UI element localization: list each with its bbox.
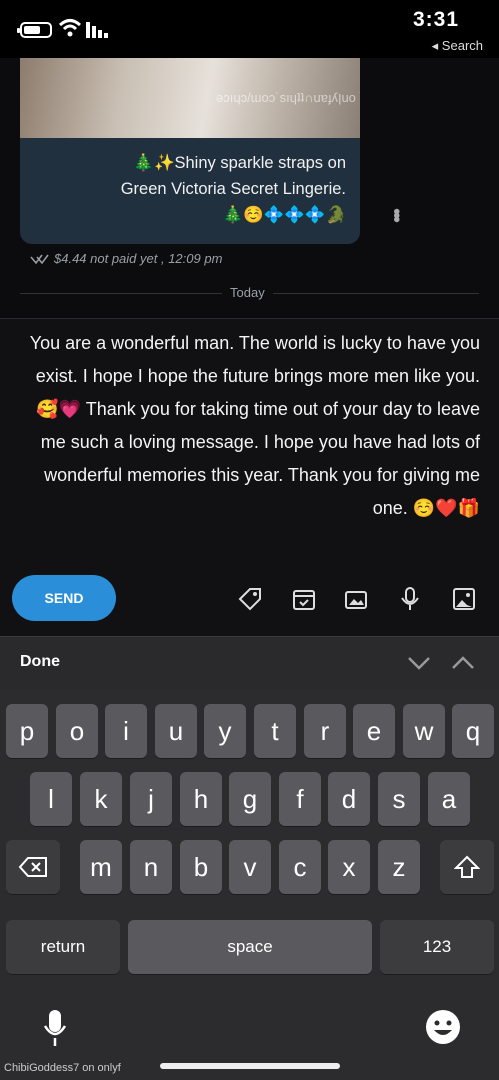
key[interactable]: q bbox=[452, 704, 494, 758]
keyboard-hint-text: ChibiGoddess7 on onlyf bbox=[4, 1062, 121, 1074]
message-meta: $4.44 not paid yet , 12:09 pm bbox=[54, 251, 223, 266]
key[interactable]: b bbox=[180, 840, 222, 894]
shift-key[interactable] bbox=[440, 840, 494, 894]
clock: 3:31 bbox=[412, 8, 459, 31]
key[interactable]: p bbox=[6, 704, 48, 758]
key[interactable]: w bbox=[403, 704, 445, 758]
key[interactable]: i bbox=[105, 704, 147, 758]
backspace-key[interactable] bbox=[6, 840, 60, 894]
tag-icon[interactable] bbox=[236, 585, 264, 613]
key[interactable]: h bbox=[180, 772, 222, 826]
back-to-search-link[interactable]: ◂ Search bbox=[432, 38, 483, 54]
key[interactable]: z bbox=[378, 840, 420, 894]
key[interactable]: c bbox=[279, 840, 321, 894]
key[interactable]: o bbox=[56, 704, 98, 758]
day-divider-label: Today bbox=[222, 285, 273, 300]
message-photo[interactable]: ǝɔıɥɔ/ɯoɔ˙sıɥʇʇ∩uɐɟʎןuo ∀ bbox=[20, 58, 360, 138]
numbers-key[interactable]: 123 bbox=[380, 920, 494, 974]
keyboard-toolbar: Done bbox=[0, 636, 499, 690]
status-bar: 3:31 ◂ Search bbox=[0, 0, 499, 58]
chevron-down-icon[interactable] bbox=[406, 652, 432, 674]
compose-area: You are a wonderful man. The world is lu… bbox=[0, 318, 499, 636]
done-button[interactable]: Done bbox=[20, 653, 60, 671]
key[interactable]: m bbox=[80, 840, 122, 894]
key[interactable]: a bbox=[428, 772, 470, 826]
key[interactable]: d bbox=[328, 772, 370, 826]
dictation-mic-icon[interactable] bbox=[42, 1008, 68, 1048]
key[interactable]: l bbox=[30, 772, 72, 826]
caption-line: 🎄✨Shiny sparkle straps on bbox=[133, 154, 346, 172]
keyboard: p o i u y t r e w q l k j h g f d s a m … bbox=[0, 690, 499, 1080]
delivered-check-icon bbox=[30, 254, 49, 264]
message-input[interactable]: You are a wonderful man. The world is lu… bbox=[28, 327, 480, 525]
return-key[interactable]: return bbox=[6, 920, 120, 974]
mic-icon[interactable] bbox=[396, 585, 424, 613]
home-indicator[interactable] bbox=[160, 1063, 340, 1069]
more-vertical-icon[interactable]: ••• bbox=[384, 208, 407, 220]
key[interactable]: s bbox=[378, 772, 420, 826]
key[interactable]: e bbox=[353, 704, 395, 758]
wifi-icon bbox=[58, 19, 82, 37]
key[interactable]: j bbox=[130, 772, 172, 826]
caption-line: Green Victoria Secret Lingerie. bbox=[120, 180, 346, 198]
calendar-icon[interactable] bbox=[290, 585, 318, 613]
send-button[interactable]: SEND bbox=[12, 575, 116, 621]
key[interactable]: t bbox=[254, 704, 296, 758]
image-icon[interactable] bbox=[450, 585, 478, 613]
backspace-icon bbox=[18, 857, 47, 877]
key[interactable]: k bbox=[80, 772, 122, 826]
key[interactable]: g bbox=[229, 772, 271, 826]
gallery-icon[interactable] bbox=[342, 585, 370, 613]
chevron-up-icon[interactable] bbox=[450, 652, 476, 674]
battery-icon bbox=[17, 22, 52, 38]
key[interactable]: r bbox=[304, 704, 346, 758]
photo-watermark: ǝɔıɥɔ/ɯoɔ˙sıɥʇʇ∩uɐɟʎןuo ∀ bbox=[216, 90, 360, 105]
caption-line: 🎄☺️💠💠💠🐊 bbox=[222, 206, 346, 224]
key[interactable]: f bbox=[279, 772, 321, 826]
shift-icon bbox=[454, 855, 480, 878]
key[interactable]: y bbox=[204, 704, 246, 758]
message-bubble[interactable]: ǝɔıɥɔ/ɯoɔ˙sıɥʇʇ∩uɐɟʎןuo ∀ 🎄✨Shiny sparkl… bbox=[20, 58, 360, 244]
signal-icon bbox=[86, 22, 108, 38]
key[interactable]: v bbox=[229, 840, 271, 894]
key[interactable]: x bbox=[328, 840, 370, 894]
message-caption: 🎄✨Shiny sparkle straps on Green Victoria… bbox=[56, 150, 346, 228]
emoji-icon[interactable] bbox=[424, 1008, 462, 1046]
key[interactable]: u bbox=[155, 704, 197, 758]
chat-area: ǝɔıɥɔ/ɯoɔ˙sıɥʇʇ∩uɐɟʎןuo ∀ 🎄✨Shiny sparkl… bbox=[0, 58, 499, 318]
key[interactable]: n bbox=[130, 840, 172, 894]
space-key[interactable]: space bbox=[128, 920, 372, 974]
